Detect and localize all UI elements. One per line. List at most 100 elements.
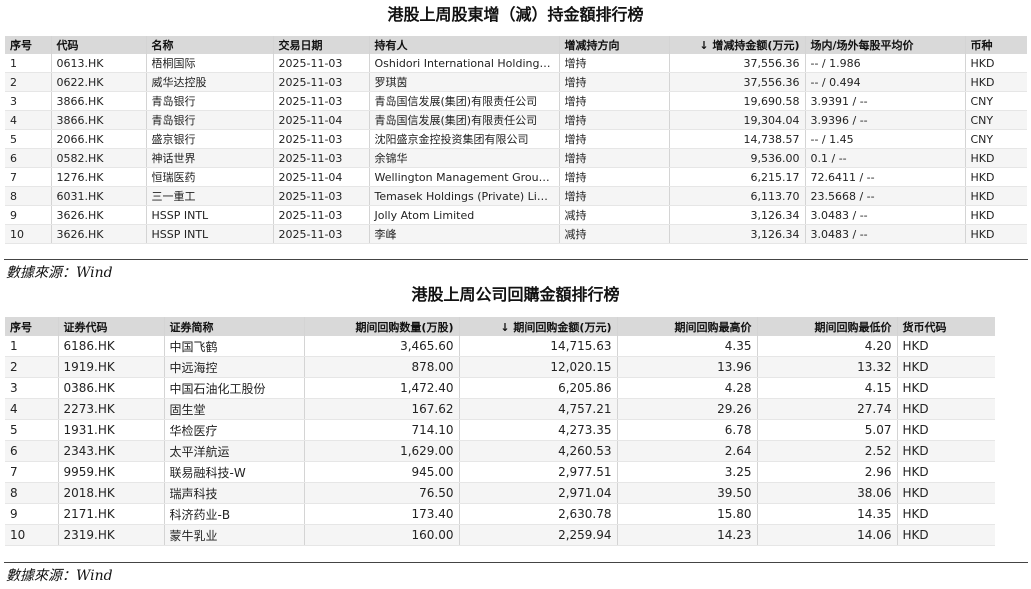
col-header-currency-code[interactable]: 货币代码 [897, 317, 995, 336]
cell-low-price: 38.06 [757, 482, 898, 504]
buyback-table: 序号 证券代码 证券简称 期间回购数量(万股) ↓ 期间回购金额(万元) 期间回… [5, 317, 995, 546]
cell-name: 梧桐国际 [146, 54, 274, 73]
cell-rank: 2 [5, 356, 59, 378]
table-row[interactable]: 10 3626.HK HSSP INTL 2025-11-03 李峰 减持 3,126.34… [5, 224, 1027, 244]
table-row[interactable]: 3 0386.HK 中国石油化工股份 1,472.40 6,205.86 4.28 4.15… [5, 377, 995, 399]
cell-currency: HKD [965, 167, 1027, 187]
col-header-currency[interactable]: 币种 [965, 36, 1027, 54]
cell-security-code: 2343.HK [58, 440, 165, 462]
cell-rank: 7 [5, 461, 59, 483]
cell-buyback-quantity: 3,465.60 [304, 336, 460, 357]
table-row[interactable]: 2 0622.HK 威华达控股 2025-11-03 罗琪茵 增持 37,556.36 -- … [5, 72, 1027, 92]
cell-name: 青岛银行 [146, 110, 274, 130]
table-row[interactable]: 9 2171.HK 科济药业-B 173.40 2,630.78 15.80 14.35 HK… [5, 503, 995, 525]
cell-trade-date: 2025-11-03 [273, 186, 370, 206]
table-row[interactable]: 5 2066.HK 盛京银行 2025-11-03 沈阳盛京金控投资集团有限公司 增持 14… [5, 129, 1027, 149]
col-header-avg-price[interactable]: 场内/场外每股平均价 [805, 36, 966, 54]
col-header-high-price[interactable]: 期间回购最高价 [617, 317, 758, 336]
cell-direction: 增持 [559, 129, 670, 149]
table-header-row: 序号 代码 名称 交易日期 持有人 增减持方向 ↓ 增减持金额(万元) 场内/场… [5, 36, 1027, 54]
cell-holder: 青岛国信发展(集团)有限责任公司 [369, 91, 560, 111]
cell-high-price: 15.80 [617, 503, 758, 525]
cell-avg-price: -- / 1.45 [805, 129, 966, 149]
cell-security-name: 中国石油化工股份 [164, 377, 305, 399]
cell-currency-code: HKD [897, 336, 995, 357]
cell-currency-code: HKD [897, 419, 995, 441]
col-header-buyback-amount[interactable]: ↓ 期间回购金额(万元) [459, 317, 618, 336]
cell-buyback-amount: 6,205.86 [459, 377, 618, 399]
cell-change-amount: 9,536.00 [669, 148, 806, 168]
cell-rank: 7 [5, 167, 52, 187]
cell-holder: Oshidori International Holdings Li... [369, 54, 560, 73]
table-row[interactable]: 9 3626.HK HSSP INTL 2025-11-03 Jolly Atom Li… [5, 205, 1027, 225]
cell-trade-date: 2025-11-03 [273, 129, 370, 149]
cell-security-code: 2273.HK [58, 398, 165, 420]
cell-buyback-amount: 4,273.35 [459, 419, 618, 441]
col-header-change-amount[interactable]: ↓ 增减持金额(万元) [669, 36, 806, 54]
cell-direction: 减持 [559, 224, 670, 244]
cell-security-code: 9959.HK [58, 461, 165, 483]
col-header-security-code[interactable]: 证券代码 [58, 317, 165, 336]
cell-avg-price: 3.9396 / -- [805, 110, 966, 130]
cell-trade-date: 2025-11-03 [273, 91, 370, 111]
cell-rank: 6 [5, 440, 59, 462]
table-row[interactable]: 8 6031.HK 三一重工 2025-11-03 Temasek Holdings (… [5, 186, 1027, 206]
cell-buyback-quantity: 714.10 [304, 419, 460, 441]
col-header-name[interactable]: 名称 [146, 36, 274, 54]
table-row[interactable]: 10 2319.HK 蒙牛乳业 160.00 2,259.94 14.23 14.06 HKD [5, 524, 995, 546]
cell-high-price: 29.26 [617, 398, 758, 420]
table-row[interactable]: 5 1931.HK 华检医疗 714.10 4,273.35 6.78 5.07 HKD [5, 419, 995, 441]
cell-code: 3626.HK [51, 224, 147, 244]
table-row[interactable]: 7 1276.HK 恒瑞医药 2025-11-04 Wellington Managem… [5, 167, 1027, 187]
cell-currency: HKD [965, 148, 1027, 168]
cell-holder: Temasek Holdings (Private) Limited [369, 186, 560, 206]
cell-code: 3626.HK [51, 205, 147, 225]
cell-rank: 1 [5, 54, 52, 73]
cell-currency-code: HKD [897, 482, 995, 504]
cell-holder: 李峰 [369, 224, 560, 244]
table-row[interactable]: 1 0613.HK 梧桐国际 2025-11-03 Oshidori Internati… [5, 54, 1027, 73]
cell-currency: CNY [965, 91, 1027, 111]
cell-rank: 8 [5, 186, 52, 206]
table-row[interactable]: 8 2018.HK 瑞声科技 76.50 2,971.04 39.50 38.06 HKD [5, 482, 995, 504]
cell-change-amount: 19,690.58 [669, 91, 806, 111]
cell-name: 恒瑞医药 [146, 167, 274, 187]
cell-direction: 增持 [559, 148, 670, 168]
cell-avg-price: 72.6411 / -- [805, 167, 966, 187]
table-row[interactable]: 4 2273.HK 固生堂 167.62 4,757.21 29.26 27.74 HKD [5, 398, 995, 420]
cell-direction: 增持 [559, 186, 670, 206]
col-header-low-price[interactable]: 期间回购最低价 [757, 317, 898, 336]
cell-low-price: 2.96 [757, 461, 898, 483]
cell-rank: 8 [5, 482, 59, 504]
cell-buyback-quantity: 76.50 [304, 482, 460, 504]
cell-code: 3866.HK [51, 110, 147, 130]
col-header-holder[interactable]: 持有人 [369, 36, 560, 54]
cell-security-name: 蒙牛乳业 [164, 524, 305, 546]
table-row[interactable]: 4 3866.HK 青岛银行 2025-11-04 青岛国信发展(集团)有限责任公司 增持… [5, 110, 1027, 130]
table-row[interactable]: 2 1919.HK 中远海控 878.00 12,020.15 13.96 13.32 HKD [5, 356, 995, 378]
cell-code: 1276.HK [51, 167, 147, 187]
cell-buyback-quantity: 173.40 [304, 503, 460, 525]
col-header-trade-date[interactable]: 交易日期 [273, 36, 370, 54]
table-row[interactable]: 6 2343.HK 太平洋航运 1,629.00 4,260.53 2.64 2.52 HKD [5, 440, 995, 462]
col-header-buyback-quantity[interactable]: 期间回购数量(万股) [304, 317, 460, 336]
col-header-code[interactable]: 代码 [51, 36, 147, 54]
cell-avg-price: 3.0483 / -- [805, 205, 966, 225]
table-row[interactable]: 1 6186.HK 中国飞鹤 3,465.60 14,715.63 4.35 4.20 HKD [5, 336, 995, 357]
cell-trade-date: 2025-11-03 [273, 72, 370, 92]
col-header-security-name[interactable]: 证券简称 [164, 317, 305, 336]
table-row[interactable]: 3 3866.HK 青岛银行 2025-11-03 青岛国信发展(集团)有限责任公司 增持… [5, 91, 1027, 111]
table-row[interactable]: 7 9959.HK 联易融科技-W 945.00 2,977.51 3.25 2.96 HKD [5, 461, 995, 483]
cell-holder: 余锦华 [369, 148, 560, 168]
cell-change-amount: 37,556.36 [669, 54, 806, 73]
cell-buyback-quantity: 167.62 [304, 398, 460, 420]
holdings-change-table: 序号 代码 名称 交易日期 持有人 增减持方向 ↓ 增减持金额(万元) 场内/场… [5, 36, 1027, 244]
cell-holder: 青岛国信发展(集团)有限责任公司 [369, 110, 560, 130]
table-row[interactable]: 6 0582.HK 神话世界 2025-11-03 余锦华 增持 9,536.00 0.1 /… [5, 148, 1027, 168]
col-header-direction[interactable]: 增减持方向 [559, 36, 670, 54]
cell-currency: HKD [965, 224, 1027, 244]
col-header-rank[interactable]: 序号 [5, 36, 52, 54]
cell-change-amount: 14,738.57 [669, 129, 806, 149]
col-header-rank[interactable]: 序号 [5, 317, 59, 336]
cell-security-name: 中远海控 [164, 356, 305, 378]
